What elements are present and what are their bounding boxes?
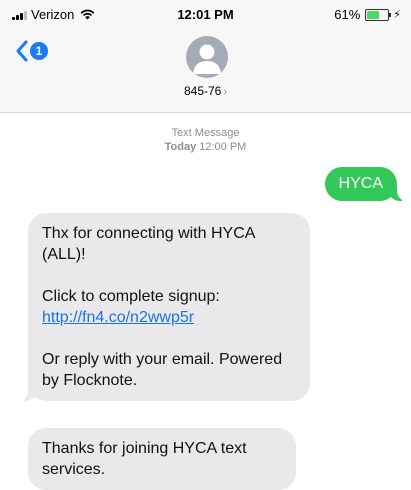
contact-number: 845-76 (183, 84, 222, 98)
incoming-message-text: Thanks for joining HYCA text services. (42, 440, 247, 478)
status-right: 61% ⚡ (334, 7, 401, 22)
message-time: Today 12:00 PM (0, 140, 411, 154)
outgoing-message-text: HYCA (338, 175, 383, 192)
contact-name[interactable]: 845-76 › (0, 84, 411, 98)
battery-icon (365, 8, 392, 21)
unread-badge: 1 (30, 42, 48, 60)
line-spacer (42, 265, 296, 286)
incoming-message-line: Or reply with your email. Powered by Flo… (42, 351, 283, 389)
status-bar: Verizon 12:01 PM 61% ⚡ (0, 0, 411, 28)
outgoing-message-bubble[interactable]: HYCA (324, 167, 409, 201)
message-day: Today (164, 141, 197, 153)
battery-fill (367, 10, 380, 19)
message-type-label: Text Message (171, 127, 240, 139)
incoming-message-line: Thx for connecting with HYCA (ALL)! (42, 225, 255, 263)
incoming-message-bubble[interactable]: Thx for connecting with HYCA (ALL)! Clic… (17, 213, 310, 401)
message-clock: 12:00 PM (199, 141, 247, 153)
signup-link[interactable]: http://fn4.co/n2wwp5r (42, 309, 194, 326)
back-button[interactable]: 1 (16, 40, 48, 62)
incoming-message-bubble[interactable]: Thanks for joining HYCA text services. (28, 428, 296, 490)
conversation-header: 1 845-76 › (0, 28, 411, 113)
battery-percent: 61% (334, 7, 361, 22)
incoming-message-line: Click to complete signup: (42, 288, 220, 305)
person-icon (193, 44, 221, 74)
line-spacer (42, 328, 296, 349)
charging-icon: ⚡ (393, 9, 401, 21)
message-timestamp: Text Message Today 12:00 PM (0, 126, 411, 154)
chevron-right-icon: › (223, 86, 228, 98)
chevron-left-icon (16, 40, 28, 62)
avatar[interactable] (186, 36, 228, 78)
